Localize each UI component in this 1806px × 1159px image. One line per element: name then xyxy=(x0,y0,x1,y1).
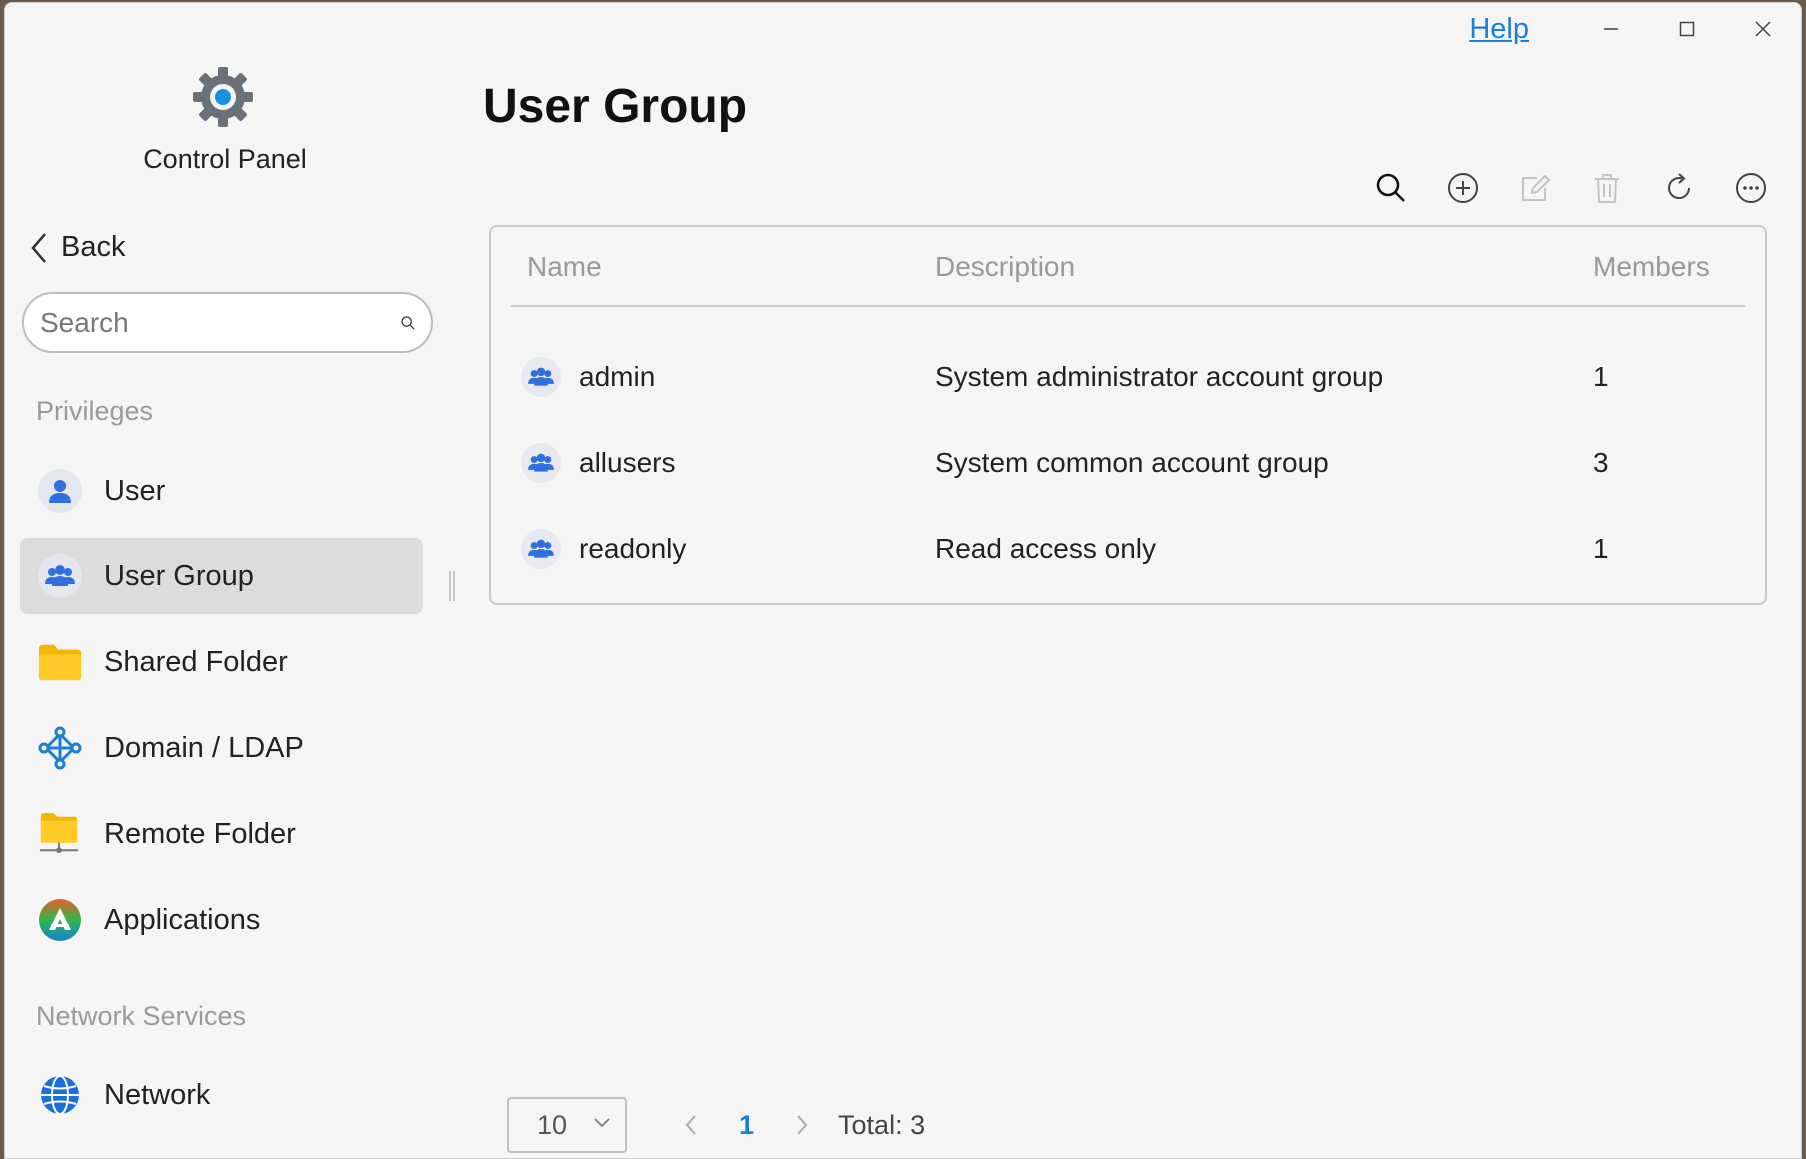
column-header-name[interactable]: Name xyxy=(527,251,602,283)
sidebar-item-user[interactable]: User xyxy=(20,453,423,529)
search-icon xyxy=(1376,173,1405,202)
trash-icon xyxy=(1595,174,1619,203)
sidebar-item-label: Applications xyxy=(104,903,261,936)
chevron-down-icon xyxy=(594,1118,610,1128)
group-members: 1 xyxy=(1593,361,1609,392)
next-page-button[interactable] xyxy=(782,1114,822,1136)
page-size-select[interactable]: 10 xyxy=(507,1097,627,1153)
user-group-table: Name Description Members admin System ad… xyxy=(489,225,1767,605)
column-header-members[interactable]: Members xyxy=(1593,251,1710,283)
edit-icon xyxy=(1522,174,1551,201)
group-description: System administrator account group xyxy=(935,361,1384,392)
more-options-button[interactable] xyxy=(1715,166,1787,210)
sidebar-item-user-group[interactable]: User Group xyxy=(20,538,423,614)
user-group-icon xyxy=(521,357,561,397)
page-title: User Group xyxy=(483,80,748,133)
group-description: System common account group xyxy=(935,447,1329,478)
chevron-left-icon xyxy=(31,232,46,263)
minimize-button[interactable] xyxy=(1573,3,1649,55)
group-name: allusers xyxy=(579,447,676,478)
gear-icon xyxy=(193,67,253,127)
total-count: Total: 3 xyxy=(838,1109,926,1140)
sidebar-search xyxy=(22,292,433,353)
table-row[interactable]: readonly Read access only 1 xyxy=(491,507,1765,593)
group-members: 3 xyxy=(1593,447,1609,478)
refresh-icon xyxy=(1668,173,1691,200)
sidebar-item-domain-ldap[interactable]: Domain / LDAP xyxy=(20,710,423,786)
app-name: Control Panel xyxy=(143,144,307,174)
title-bar-controls: Help xyxy=(1469,3,1801,55)
minimize-icon xyxy=(1604,28,1618,30)
remote-folder-icon xyxy=(38,812,82,856)
search-input[interactable] xyxy=(40,306,401,339)
help-link[interactable]: Help xyxy=(1469,13,1529,46)
user-group-icon xyxy=(38,554,82,598)
section-privileges: Privileges xyxy=(36,396,154,426)
column-header-description[interactable]: Description xyxy=(935,251,1075,283)
back-button[interactable]: Back xyxy=(29,231,125,264)
search-button[interactable] xyxy=(1355,166,1427,210)
user-group-icon xyxy=(521,443,561,483)
back-label: Back xyxy=(61,231,126,263)
prev-page-button[interactable] xyxy=(671,1114,711,1136)
close-button[interactable] xyxy=(1725,3,1801,55)
maximize-icon xyxy=(1679,21,1695,37)
sidebar-item-label: User xyxy=(104,474,166,507)
header-divider xyxy=(511,305,1745,307)
control-panel-window: Help Control Panel Back Search Privilege… xyxy=(4,2,1802,1159)
group-members: 1 xyxy=(1593,533,1609,564)
user-icon xyxy=(38,469,82,513)
group-name: readonly xyxy=(579,533,687,564)
sidebar-item-applications[interactable]: Applications xyxy=(20,882,423,958)
network-globe-icon xyxy=(38,1073,82,1117)
more-icon xyxy=(1736,173,1766,203)
close-icon xyxy=(1755,21,1771,37)
pagination: 10 1 Total: 3 xyxy=(507,1097,925,1153)
table-row[interactable]: admin System administrator account group… xyxy=(491,335,1765,421)
table-row[interactable]: allusers System common account group 3 xyxy=(491,421,1765,507)
delete-button[interactable] xyxy=(1571,166,1643,210)
group-description: Read access only xyxy=(935,533,1157,564)
chevron-right-icon xyxy=(797,1115,808,1135)
domain-icon xyxy=(38,726,82,770)
folder-icon xyxy=(38,640,82,684)
search-icon[interactable] xyxy=(401,308,415,338)
sidebar-item-remote-folder[interactable]: Remote Folder xyxy=(20,796,423,872)
sidebar-item-shared-folder[interactable]: Shared Folder xyxy=(20,624,423,700)
sidebar-item-label: Domain / LDAP xyxy=(104,731,304,764)
maximize-button[interactable] xyxy=(1649,3,1725,55)
refresh-button[interactable] xyxy=(1643,166,1715,210)
sidebar-item-label: Network xyxy=(104,1078,211,1111)
sidebar-item-network[interactable]: Network xyxy=(20,1057,423,1133)
page-number[interactable]: 1 xyxy=(739,1110,754,1141)
section-network-services: Network Services xyxy=(36,1001,247,1031)
sidebar-item-label: User Group xyxy=(104,559,254,592)
sidebar: Control Panel Back Privileges User User … xyxy=(5,3,445,1158)
toolbar xyxy=(1355,166,1787,210)
sidebar-item-label: Remote Folder xyxy=(104,817,296,850)
chevron-left-icon xyxy=(685,1115,696,1135)
add-circle-icon xyxy=(1448,173,1478,203)
page-size-value: 10 xyxy=(537,1109,568,1140)
sidebar-item-label: Shared Folder xyxy=(104,645,288,678)
group-name: admin xyxy=(579,361,656,392)
add-group-button[interactable] xyxy=(1427,166,1499,210)
applications-icon xyxy=(38,898,82,942)
user-group-icon xyxy=(521,529,561,569)
sidebar-resize-handle[interactable] xyxy=(449,571,455,601)
edit-button[interactable] xyxy=(1499,166,1571,210)
